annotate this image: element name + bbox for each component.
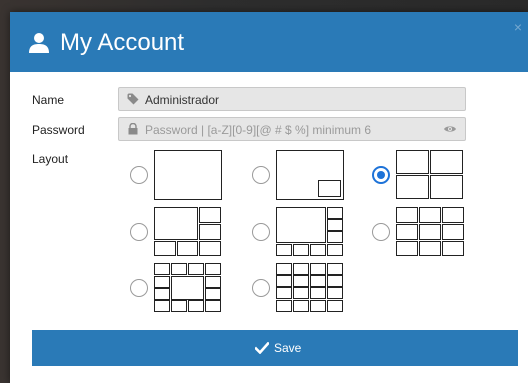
layout-radio-center-plus-12[interactable] [130, 279, 148, 297]
password-field[interactable]: Password | [a-Z][0-9][@ # $ %] minimum 6 [118, 117, 466, 141]
layout-single-thumbnail [154, 150, 222, 200]
eye-icon[interactable] [443, 124, 457, 134]
save-button[interactable]: Save [32, 330, 518, 366]
name-field[interactable]: Administrador [118, 87, 466, 111]
layout-radio-picture-in-picture[interactable] [252, 166, 270, 184]
my-account-dialog: My Account × Name Administrador Password… [10, 12, 528, 383]
layout-radio-single[interactable] [130, 166, 148, 184]
layout-center-plus-12-thumbnail [154, 263, 221, 312]
layout-radio-1-plus-7[interactable] [252, 223, 270, 241]
layout-pip-thumbnail [276, 150, 344, 200]
layout-radio-4x4[interactable] [252, 279, 270, 297]
user-icon [29, 33, 49, 53]
layout-4x4-thumbnail [276, 263, 343, 312]
layout-option-2x2[interactable] [372, 150, 468, 200]
save-button-label: Save [274, 341, 302, 355]
layout-2x2-thumbnail [396, 150, 463, 199]
layout-option-1-plus-5[interactable] [130, 207, 226, 257]
layout-option-picture-in-picture[interactable] [252, 150, 348, 200]
lock-icon [128, 123, 138, 135]
tag-icon [127, 93, 139, 105]
layout-1-plus-5-thumbnail [154, 207, 221, 256]
password-placeholder: Password | [a-Z][0-9][@ # $ %] minimum 6 [145, 123, 372, 137]
layout-3x3-thumbnail [396, 207, 464, 256]
layout-option-1-plus-7[interactable] [252, 207, 348, 257]
layout-radio-2x2[interactable] [372, 166, 390, 184]
dialog-title: My Account [60, 29, 185, 56]
password-label: Password [32, 123, 85, 137]
layout-radio-1-plus-5[interactable] [130, 223, 148, 241]
close-button[interactable]: × [514, 20, 522, 34]
layout-option-single[interactable] [130, 150, 226, 200]
checkmark-icon [255, 342, 269, 354]
name-value: Administrador [145, 93, 220, 107]
layout-1-plus-7-thumbnail [276, 207, 343, 256]
layout-radio-3x3[interactable] [372, 223, 390, 241]
layout-label: Layout [32, 152, 69, 166]
name-label: Name [32, 93, 65, 107]
layout-option-4x4[interactable] [252, 263, 348, 313]
layout-option-center-plus-12[interactable] [130, 263, 226, 313]
dialog-header: My Account × [10, 12, 528, 72]
layout-option-3x3[interactable] [372, 207, 468, 257]
